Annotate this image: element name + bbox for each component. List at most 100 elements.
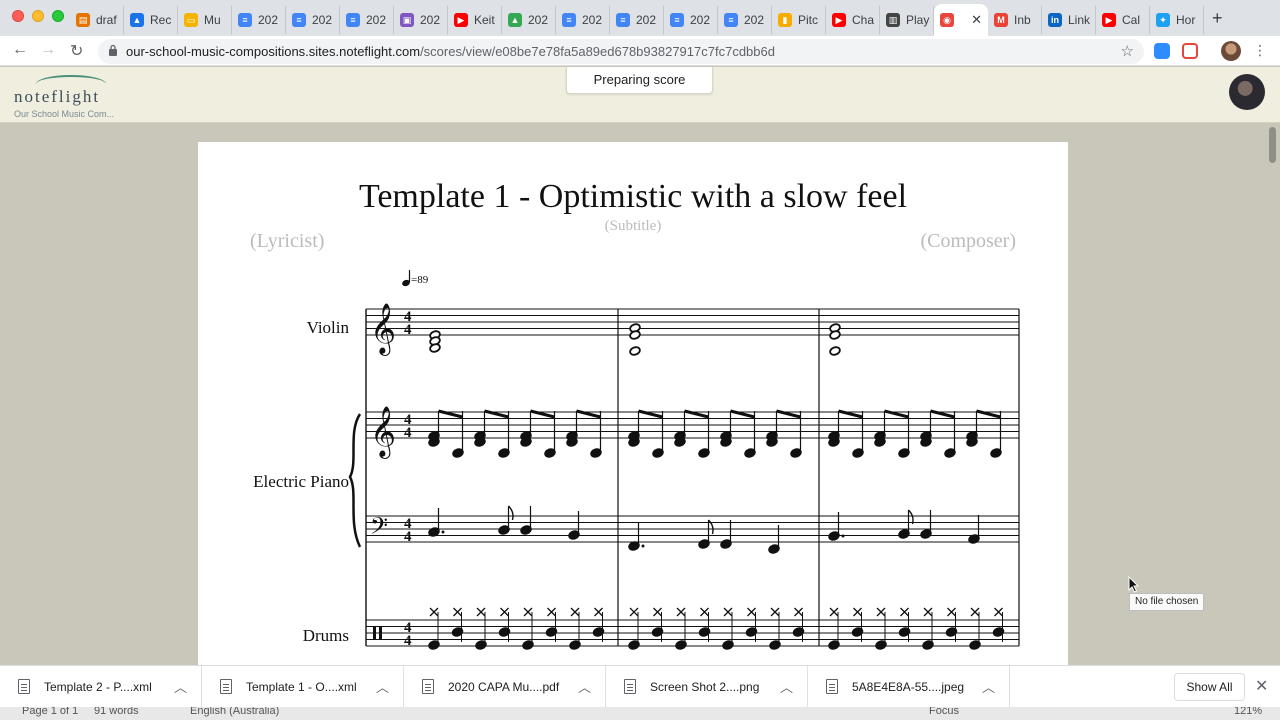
window-zoom-button[interactable] xyxy=(52,10,64,22)
hi-hat-x-notehead xyxy=(794,607,803,617)
tab-title: draf xyxy=(96,13,117,27)
drum-notehead xyxy=(969,640,981,650)
forward-arrow-icon[interactable]: → xyxy=(40,41,56,59)
drum-notehead xyxy=(675,640,687,650)
tab-favicon-icon: ▣ xyxy=(400,13,414,27)
zoom-level: 121% xyxy=(1234,707,1263,717)
tab-title: 202 xyxy=(636,13,657,27)
score-page[interactable]: Template 1 - Optimistic with a slow feel… xyxy=(198,142,1068,672)
browser-tab-strip: ▤ draf ▲ Rec ▭ Mu ≡ 202 ≡ 202 ≡ 202 ▣ 202 ▶ Keit ▲ 202 ≡ 20… xyxy=(0,0,1280,36)
url-host: our-school-music-compositions.sites.note… xyxy=(126,44,421,59)
browser-tab[interactable]: ≡ 202 xyxy=(232,6,286,34)
tab-favicon-icon: ≡ xyxy=(616,13,630,27)
browser-tab[interactable]: ▮ Pitc xyxy=(772,6,826,34)
instrument-label-electric-piano[interactable]: Electric Piano xyxy=(189,472,349,492)
user-avatar[interactable] xyxy=(1229,74,1265,110)
scrollbar-thumb[interactable] xyxy=(1269,127,1276,163)
drum-notehead xyxy=(875,640,887,650)
browser-toolbar: ← → ↻ our-school-music-compositions.site… xyxy=(0,36,1280,66)
browser-tab[interactable]: ▶ Cal xyxy=(1096,6,1150,34)
chevron-up-icon[interactable]: ︿ xyxy=(982,677,995,696)
browser-tab[interactable]: ≡ 202 xyxy=(286,6,340,34)
download-item[interactable]: 2020 CAPA Mu....pdf ︿ xyxy=(404,666,606,708)
tab-title: Rec xyxy=(150,13,172,27)
show-all-downloads-button[interactable]: Show All xyxy=(1174,673,1245,701)
instrument-label-drums[interactable]: Drums xyxy=(189,626,349,646)
drum-notehead xyxy=(522,640,534,650)
file-icon xyxy=(624,679,636,694)
browser-menu-icon[interactable]: ⋮ xyxy=(1253,42,1267,59)
piano-brace xyxy=(348,413,362,548)
chevron-up-icon[interactable]: ︿ xyxy=(780,677,793,696)
browser-tab[interactable]: ≡ 202 xyxy=(718,6,772,34)
hi-hat-x-notehead xyxy=(594,607,603,617)
browser-tab[interactable]: ≡ 202 xyxy=(556,6,610,34)
drum-notehead xyxy=(828,640,840,650)
drum-notehead xyxy=(475,640,487,650)
browser-tab[interactable]: ✦ Hor xyxy=(1150,6,1204,34)
address-bar[interactable]: our-school-music-compositions.sites.note… xyxy=(98,39,1144,64)
time-signature-denominator: 4 xyxy=(404,633,412,649)
browser-tab[interactable]: M Inb xyxy=(988,6,1042,34)
new-tab-button[interactable]: + xyxy=(1212,8,1223,29)
file-icon xyxy=(422,679,434,694)
browser-tab[interactable]: ▶ Keit xyxy=(448,6,502,34)
download-item[interactable]: Screen Shot 2....png ︿ xyxy=(606,666,808,708)
window-close-button[interactable] xyxy=(12,10,24,22)
hi-hat-x-notehead xyxy=(970,607,980,617)
browser-tab[interactable]: ≡ 202 xyxy=(340,6,394,34)
browser-tab[interactable]: in Link xyxy=(1042,6,1096,34)
instrument-label-violin[interactable]: Violin xyxy=(189,318,349,338)
chevron-up-icon[interactable]: ︿ xyxy=(174,677,187,696)
close-icon[interactable]: ✕ xyxy=(1255,676,1268,696)
tab-favicon-icon: ▭ xyxy=(184,13,198,27)
tab-favicon-icon: ≡ xyxy=(724,13,738,27)
hi-hat-x-notehead xyxy=(429,607,439,617)
word-count: 91 words xyxy=(94,707,139,717)
tab-title: Hor xyxy=(1176,13,1196,27)
browser-tab[interactable]: ◉ ✕ xyxy=(934,4,988,36)
tab-title: 202 xyxy=(312,13,333,27)
tab-favicon-icon: ≡ xyxy=(562,13,576,27)
tab-title: 202 xyxy=(366,13,387,27)
browser-tab[interactable]: ▲ 202 xyxy=(502,6,556,34)
app-header: noteflight Our School Music Com... Prepa… xyxy=(0,67,1280,123)
browser-tab[interactable]: ▥ Play xyxy=(880,6,934,34)
profile-avatar[interactable] xyxy=(1221,41,1241,61)
download-item[interactable]: 5A8E4E8A-55....jpeg ︿ xyxy=(808,666,1010,708)
page-scrollbar[interactable] xyxy=(1265,123,1280,665)
window-minimize-button[interactable] xyxy=(32,10,44,22)
browser-tab[interactable]: ▲ Rec xyxy=(124,6,178,34)
tab-close-icon[interactable]: ✕ xyxy=(971,12,982,28)
reload-icon[interactable]: ↻ xyxy=(70,41,83,61)
url-path: /scores/view/e08be7e78fa5a89ed678b938279… xyxy=(420,44,775,59)
browser-tab[interactable]: ▤ draf xyxy=(70,6,124,34)
back-arrow-icon[interactable]: ← xyxy=(12,41,28,59)
browser-tab[interactable]: ▣ 202 xyxy=(394,6,448,34)
hi-hat-x-notehead xyxy=(570,607,580,617)
bookmark-star-icon[interactable]: ☆ xyxy=(1121,42,1134,60)
tab-favicon-icon: ▤ xyxy=(76,13,90,27)
browser-tab[interactable]: ≡ 202 xyxy=(610,6,664,34)
download-item[interactable]: Template 1 - O....xml ︿ xyxy=(202,666,404,708)
browser-tab[interactable]: ▶ Cha xyxy=(826,6,880,34)
screencastify-extension-icon[interactable] xyxy=(1182,43,1198,59)
score-notation[interactable]: =89 𝄞𝄞𝄢44444444 xyxy=(198,142,1068,672)
percussion-clef xyxy=(373,627,376,640)
chevron-up-icon[interactable]: ︿ xyxy=(578,677,591,696)
browser-tab[interactable]: ▭ Mu xyxy=(178,6,232,34)
tab-favicon-icon: ▥ xyxy=(886,13,900,27)
zoom-extension-icon[interactable] xyxy=(1154,43,1170,59)
treble-clef: 𝄞 xyxy=(370,406,396,459)
hi-hat-x-notehead xyxy=(947,607,956,617)
time-signature-denominator: 4 xyxy=(404,529,412,545)
browser-tab[interactable]: ≡ 202 xyxy=(664,6,718,34)
tab-title: Cal xyxy=(1122,13,1141,27)
tab-title: Link xyxy=(1068,13,1091,27)
tab-title: Mu xyxy=(204,13,221,27)
download-item[interactable]: Template 2 - P....xml ︿ xyxy=(0,666,202,708)
tab-favicon-icon: ▮ xyxy=(778,13,792,27)
hi-hat-x-notehead xyxy=(547,607,556,617)
lock-icon xyxy=(109,44,117,56)
chevron-up-icon[interactable]: ︿ xyxy=(376,677,389,696)
